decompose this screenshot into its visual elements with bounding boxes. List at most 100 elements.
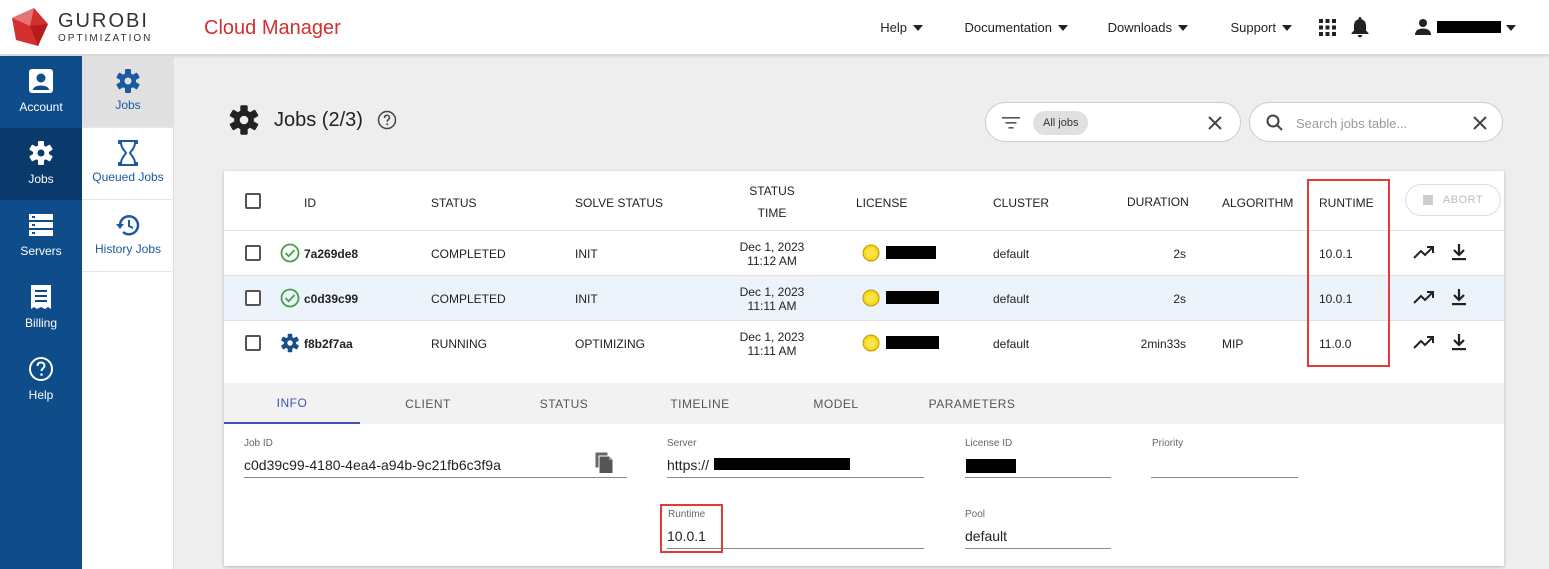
column-header-solve-status[interactable]: SOLVE STATUS — [575, 196, 663, 210]
sidebar-item-label: Jobs — [115, 98, 141, 112]
check-circle-icon — [280, 288, 300, 308]
column-header-status[interactable]: STATUS — [431, 196, 477, 210]
column-header-id[interactable]: ID — [304, 196, 316, 210]
job-status-clock: 11:11 AM — [747, 298, 797, 313]
license-coin-icon — [862, 244, 880, 262]
job-id[interactable]: f8b2f7aa — [304, 321, 353, 366]
page-title-row: Jobs (2/3) — [228, 104, 397, 136]
redacted-license — [886, 336, 939, 349]
chevron-down-icon — [1058, 24, 1068, 31]
copy-icon[interactable] — [595, 452, 614, 474]
sidebar-item-help[interactable]: Help — [0, 344, 82, 416]
job-id[interactable]: 7a269de8 — [304, 231, 358, 276]
sidebar-item-account[interactable]: Account — [0, 56, 82, 128]
tab-client[interactable]: CLIENT — [360, 383, 496, 424]
filter-box[interactable]: All jobs — [985, 102, 1241, 142]
column-header-cluster[interactable]: CLUSTER — [993, 196, 1049, 210]
tab-info[interactable]: INFO — [224, 383, 360, 424]
column-header-algorithm[interactable]: ALGORITHM — [1222, 196, 1293, 210]
job-id-field[interactable]: c0d39c99-4180-4ea4-a94b-9c21fb6c3f9a — [244, 457, 501, 473]
job-duration: 2s — [1173, 291, 1186, 306]
job-duration: 2min33s — [1140, 336, 1186, 351]
sidebar-item-label: Account — [19, 100, 63, 114]
redacted-license — [886, 246, 936, 259]
column-header-status-time-line2: TIME — [757, 206, 787, 220]
job-status-date: Dec 1, 2023 — [739, 329, 805, 344]
sidebar-item-queued-jobs[interactable]: Queued Jobs — [82, 128, 174, 200]
server-field[interactable]: https:// — [667, 457, 709, 473]
license-coin-icon — [862, 334, 880, 352]
abort-button[interactable]: ABORT — [1405, 184, 1501, 216]
job-status: COMPLETED — [431, 246, 506, 261]
pool-label: Pool — [965, 509, 986, 520]
redacted-license-id — [966, 459, 1016, 473]
license-id-underline — [965, 477, 1111, 478]
trending-up-icon[interactable] — [1413, 291, 1435, 305]
sidebar-item-billing[interactable]: Billing — [0, 272, 82, 344]
download-icon[interactable] — [1452, 334, 1466, 351]
job-status-time: Dec 1, 2023 11:11 AM — [732, 276, 812, 321]
sidebar-item-servers[interactable]: Servers — [0, 200, 82, 272]
nav-help-label: Help — [880, 20, 907, 35]
user-icon[interactable] — [1415, 19, 1431, 35]
search-input[interactable] — [1296, 111, 1456, 135]
row-checkbox[interactable] — [245, 290, 261, 306]
job-status: COMPLETED — [431, 291, 506, 306]
nav-help[interactable]: Help — [880, 20, 923, 35]
account-box-icon — [29, 69, 53, 93]
jobs-table-card: ID STATUS SOLVE STATUS STATUS TIME LICEN… — [224, 171, 1504, 566]
tab-timeline[interactable]: TIMELINE — [632, 383, 768, 424]
sidebar-item-history-jobs[interactable]: History Jobs — [82, 200, 174, 272]
sidebar-item-label: History Jobs — [94, 242, 162, 256]
row-checkbox[interactable] — [245, 245, 261, 261]
history-icon — [116, 215, 140, 236]
sidebar-item-label: Queued Jobs — [92, 170, 164, 184]
help-circle-icon — [29, 357, 53, 381]
priority-underline — [1151, 477, 1298, 478]
gurobi-logo[interactable]: GUROBI OPTIMIZATION — [8, 6, 152, 48]
filter-chip-all-jobs[interactable]: All jobs — [1033, 111, 1089, 135]
download-icon[interactable] — [1452, 289, 1466, 306]
pool-field[interactable]: default — [965, 528, 1007, 544]
trending-up-icon[interactable] — [1413, 336, 1435, 350]
servers-icon — [29, 214, 53, 236]
nav-documentation-label: Documentation — [964, 20, 1052, 35]
job-status-clock: 11:12 AM — [747, 253, 797, 268]
select-all-checkbox[interactable] — [245, 193, 261, 209]
download-icon[interactable] — [1452, 244, 1466, 261]
runtime-field-highlight — [660, 504, 723, 553]
tab-model[interactable]: MODEL — [768, 383, 904, 424]
top-bar: GUROBI OPTIMIZATION Cloud Manager Help D… — [0, 0, 1549, 55]
user-menu-chevron-icon[interactable] — [1506, 25, 1516, 31]
job-solve-status: INIT — [575, 246, 598, 261]
primary-sidebar: Account Jobs Servers Billing Help — [0, 56, 82, 569]
abort-button-label: ABORT — [1442, 194, 1484, 206]
row-checkbox[interactable] — [245, 335, 261, 351]
chevron-down-icon — [913, 24, 923, 31]
nav-downloads[interactable]: Downloads — [1108, 20, 1188, 35]
close-icon[interactable] — [1208, 116, 1222, 130]
close-icon[interactable] — [1473, 116, 1487, 130]
tab-status[interactable]: STATUS — [496, 383, 632, 424]
logo-sub-text: OPTIMIZATION — [58, 32, 153, 44]
column-header-duration[interactable]: DURATION — [1127, 195, 1189, 209]
nav-documentation[interactable]: Documentation — [965, 20, 1068, 35]
job-id[interactable]: c0d39c99 — [304, 276, 358, 321]
chevron-down-icon — [1178, 24, 1188, 31]
apps-grid-icon[interactable] — [1319, 19, 1336, 36]
column-header-status-time[interactable]: STATUS TIME — [749, 184, 795, 220]
trending-up-icon[interactable] — [1413, 246, 1435, 260]
page-title: Jobs (2/3) — [274, 108, 363, 131]
job-cluster: default — [993, 291, 1030, 306]
tab-parameters[interactable]: PARAMETERS — [904, 383, 1040, 424]
job-status-time: Dec 1, 2023 11:11 AM — [732, 321, 812, 366]
sidebar-item-label: Jobs — [28, 172, 54, 186]
sidebar-item-jobs[interactable]: Jobs — [0, 128, 82, 200]
nav-support[interactable]: Support — [1230, 20, 1292, 35]
sidebar-item-jobs-sub[interactable]: Jobs — [82, 56, 174, 128]
column-header-license[interactable]: LICENSE — [856, 196, 907, 210]
logo-main-text: GUROBI — [58, 9, 149, 32]
job-algorithm: MIP — [1222, 336, 1244, 351]
help-outline-icon[interactable] — [377, 110, 397, 130]
bell-icon[interactable] — [1351, 17, 1369, 38]
